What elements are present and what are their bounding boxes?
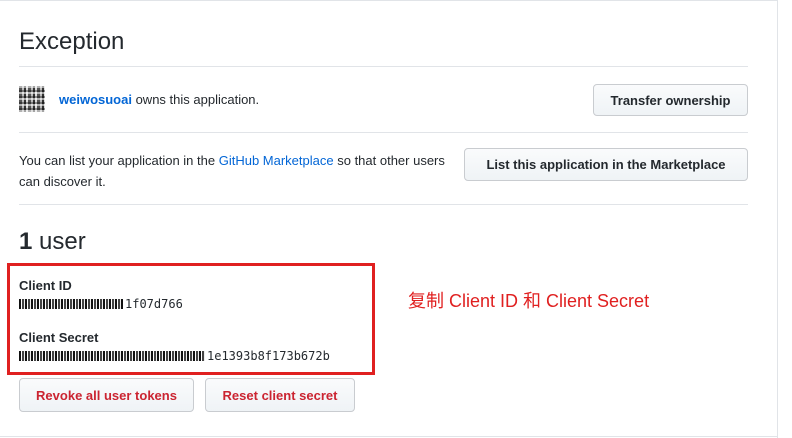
credentials-highlight-box <box>7 263 375 375</box>
application-settings-panel: Exception weiwosuoai owns this applicati… <box>0 0 778 438</box>
users-count: 1 user <box>19 228 86 256</box>
avatar[interactable] <box>19 86 45 112</box>
owner-text: weiwosuoai owns this application. <box>59 92 259 107</box>
right-border <box>777 0 778 438</box>
owner-link[interactable]: weiwosuoai <box>59 92 132 107</box>
revoke-all-user-tokens-button[interactable]: Revoke all user tokens <box>19 378 194 412</box>
divider <box>19 66 748 67</box>
divider <box>19 204 748 205</box>
list-in-marketplace-button[interactable]: List this application in the Marketplace <box>464 148 748 181</box>
owner-suffix: owns this application. <box>131 91 260 107</box>
top-border <box>0 0 778 1</box>
reset-client-secret-button[interactable]: Reset client secret <box>205 378 355 412</box>
divider <box>19 132 748 133</box>
bottom-border <box>0 436 778 437</box>
marketplace-text: You can list your application in the Git… <box>19 150 459 192</box>
annotation-text: 复制 Client ID 和 Client Secret <box>408 291 650 311</box>
marketplace-text-before: You can list your application in the <box>19 153 219 168</box>
github-marketplace-link[interactable]: GitHub Marketplace <box>219 153 334 168</box>
owner-row: weiwosuoai owns this application. <box>19 83 259 115</box>
users-count-number: 1 <box>19 228 33 255</box>
transfer-ownership-button[interactable]: Transfer ownership <box>593 84 748 116</box>
section-title: Exception <box>19 28 125 55</box>
users-count-label: user <box>32 228 86 255</box>
